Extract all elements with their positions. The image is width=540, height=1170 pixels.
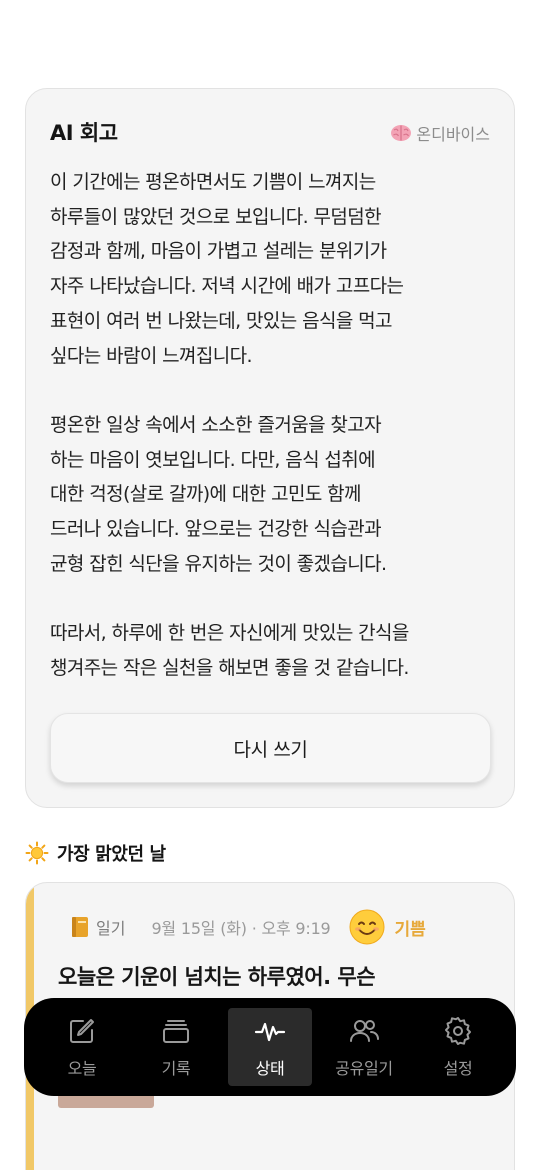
sun-icon: [25, 841, 49, 865]
tab-shared-diary[interactable]: 공유일기: [322, 1008, 406, 1086]
ai-retrospective-card: AI 회고 온디바이스 이 기간에는 평온하면서도 기쁨이 느껴지는 하루들이 …: [25, 88, 515, 808]
ai-retrospective-text: 이 기간에는 평온하면서도 기쁨이 느껴지는 하루들이 많았던 것으로 보입니다…: [50, 165, 500, 686]
entry-type: 일기: [96, 919, 126, 938]
retro-line: 따라서, 하루에 한 번은 자신에게 맛있는 간식을: [50, 622, 409, 645]
retro-line: 표현이 여러 번 나왔는데, 맛있는 음식을 먹고: [50, 309, 393, 332]
retro-line: 이 기간에는 평온하면서도 기쁨이 느껴지는: [50, 171, 376, 193]
retro-line: 감정과 함께, 마음이 가볍고 설레는 분위기가: [50, 240, 387, 263]
brightest-day-title: 가장 맑았던 날: [25, 838, 166, 868]
retro-paragraph-1: 이 기간에는 평온하면서도 기쁨이 느껴지는 하루들이 많았던 것으로 보입니다…: [50, 165, 500, 373]
brain-icon: [390, 124, 412, 142]
rewrite-button[interactable]: 다시 쓰기: [50, 713, 491, 783]
retro-line: 자주 나타났습니다. 저녁 시간에 배가 고프다는: [50, 275, 404, 298]
retro-line: 드러나 있습니다. 앞으로는 건강한 식습관과: [50, 518, 382, 541]
ai-retrospective-header: AI 회고 온디바이스: [50, 117, 490, 147]
on-device-label: 온디바이스: [416, 125, 490, 144]
retro-line: 하는 마음이 엿보입니다. 다만, 음식 섭취에: [50, 448, 376, 471]
smiling-face-icon: [349, 909, 385, 945]
tab-status[interactable]: 상태: [228, 1008, 312, 1086]
retro-line: 싶다는 바람이 느껴집니다.: [50, 344, 253, 367]
bottom-tab-bar: 오늘 기록 상태 공유일기 설정: [24, 998, 516, 1096]
retro-paragraph-2: 평온한 일상 속에서 소소한 즐거움을 찾고자 하는 마음이 엿보입니다. 다만…: [50, 408, 500, 582]
tab-label: 상태: [255, 1059, 285, 1078]
tab-label: 기록: [161, 1059, 191, 1078]
retro-paragraph-3: 따라서, 하루에 한 번은 자신에게 맛있는 간식을 챙겨주는 작은 실천을 해…: [50, 616, 500, 685]
tab-today[interactable]: 오늘: [40, 1008, 124, 1086]
people-icon: [350, 1020, 379, 1042]
tab-label: 설정: [443, 1059, 473, 1078]
entry-date: 9월 15일 (화) · 오후 9:19: [151, 919, 331, 938]
compose-icon: [70, 1019, 94, 1043]
retro-line: 평온한 일상 속에서 소소한 즐거움을 찾고자: [50, 413, 382, 436]
brightest-day-label: 가장 맑았던 날: [57, 844, 166, 865]
on-device-badge: 온디바이스: [390, 121, 490, 145]
gear-icon: [445, 1017, 471, 1045]
tab-label: 공유일기: [335, 1059, 393, 1078]
tab-settings[interactable]: 설정: [416, 1008, 500, 1086]
tab-label: 오늘: [67, 1059, 97, 1078]
retro-line: 챙겨주는 작은 실천을 해보면 좋을 것 같습니다.: [50, 656, 409, 679]
retro-line: 균형 잡힌 식단을 유지하는 것이 좋겠습니다.: [50, 552, 387, 575]
diary-entry-meta: 일기 9월 15일 (화) · 오후 9:19 기쁨: [70, 909, 494, 945]
status-screen: AI 회고 온디바이스 이 기간에는 평온하면서도 기쁨이 느껴지는 하루들이 …: [0, 0, 540, 1170]
retro-line: 하루들이 많았던 것으로 보입니다. 무덤덤한: [50, 205, 382, 228]
ai-retrospective-title: AI 회고: [50, 121, 118, 145]
notebook-icon: [70, 916, 90, 938]
pulse-icon: [254, 1022, 286, 1042]
mood-label: 기쁨: [394, 919, 426, 940]
diary-entry-text: 오늘은 기운이 넘치는 하루였어. 무슨: [58, 965, 376, 989]
tab-records[interactable]: 기록: [134, 1008, 218, 1086]
retro-line: 대한 걱정(살로 갈까)에 대한 고민도 함께: [50, 483, 362, 506]
stack-icon: [163, 1020, 189, 1043]
